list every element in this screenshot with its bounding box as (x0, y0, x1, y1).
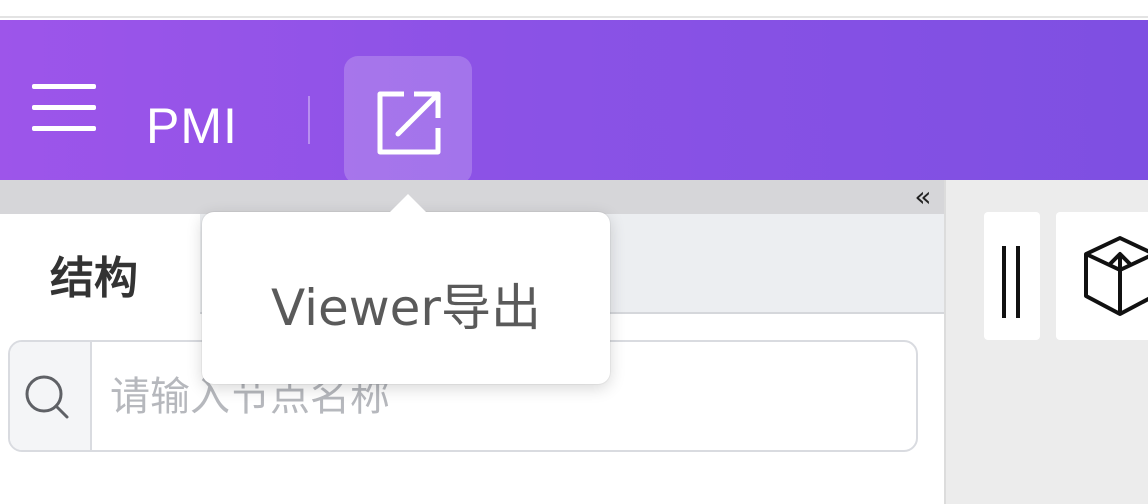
double-line-icon (1002, 246, 1020, 318)
search-icon (25, 375, 69, 419)
hamburger-menu-icon[interactable] (26, 80, 102, 136)
panel-collapse-bar: « (0, 180, 944, 214)
search-icon-button[interactable] (10, 342, 92, 450)
header-divider (308, 96, 310, 144)
top-strip (0, 0, 1148, 18)
split-view-button[interactable] (984, 212, 1040, 340)
tooltip-text: Viewer导出 (271, 279, 541, 337)
tab-structure-label: 结构 (50, 253, 138, 304)
top-header-bar: PMI (0, 20, 1148, 184)
tooltip-arrow (388, 194, 428, 214)
double-chevron-left-icon[interactable]: « (908, 182, 938, 212)
model-view-button[interactable] (1056, 212, 1148, 340)
viewer-export-button[interactable] (344, 56, 472, 184)
app-window: PMI « 结构 请输入节点名称 Viewer导出 (0, 0, 1148, 504)
export-arrow-icon (377, 91, 441, 155)
app-title: PMI (146, 98, 238, 154)
tab-structure[interactable]: 结构 (0, 214, 200, 314)
cube-arrow-icon (1084, 236, 1148, 316)
viewport-area (946, 180, 1148, 504)
export-tooltip: Viewer导出 (202, 194, 610, 384)
